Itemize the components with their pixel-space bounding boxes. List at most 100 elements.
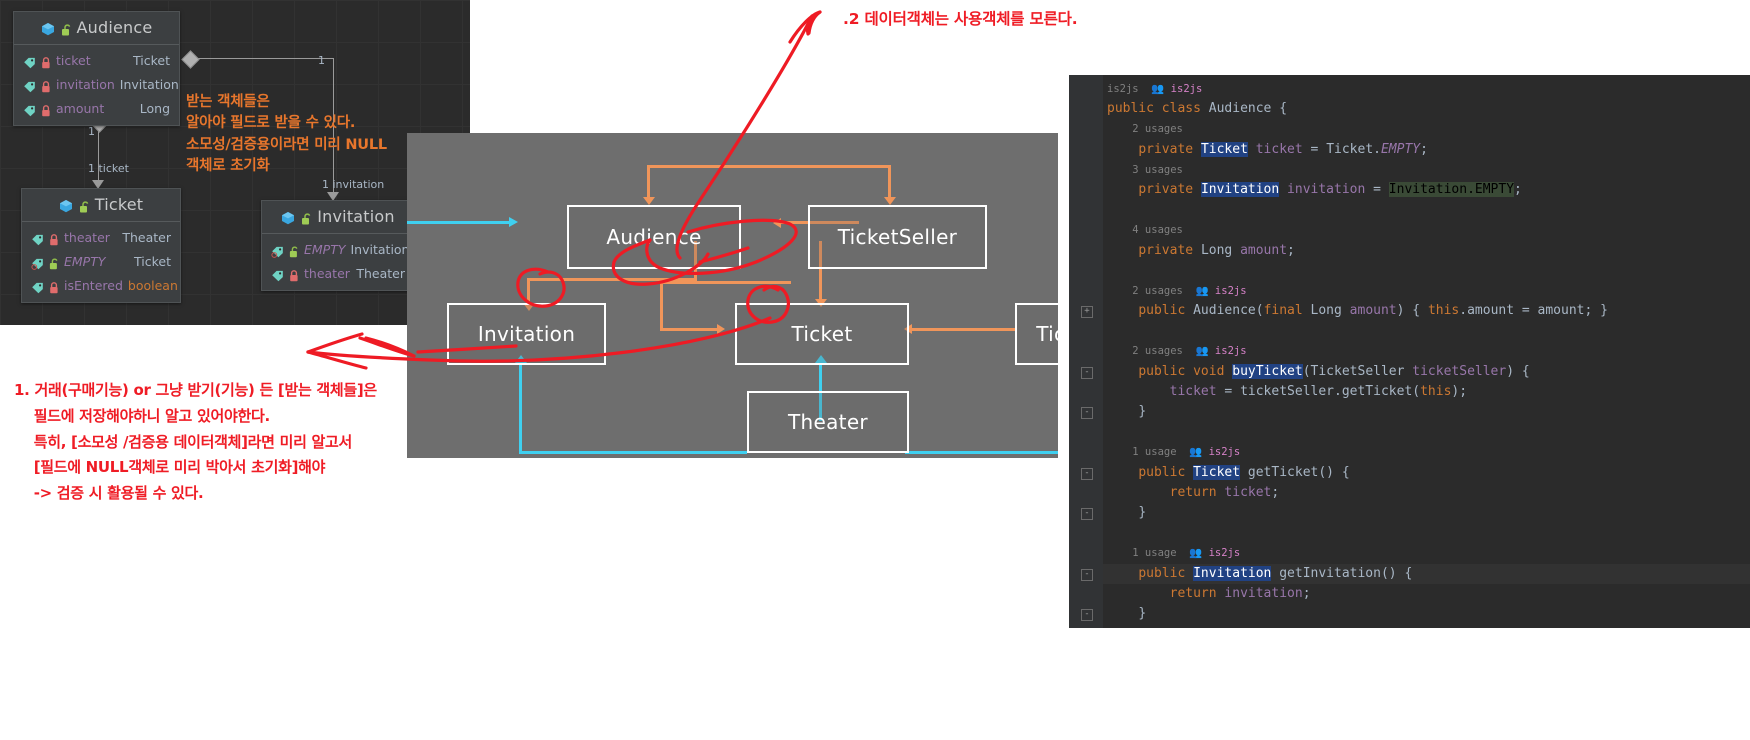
code-line[interactable]: private Ticket ticket = Ticket.EMPTY; [1103, 140, 1750, 160]
code-token: invitation [1224, 585, 1303, 601]
dep-arrow-audience [643, 197, 655, 205]
fold-collapse-icon[interactable]: - [1081, 366, 1093, 379]
red-bottom-annotation: 1. 거래(구매기능) or 그냥 받기(기능) 든 [받는 객체들]은 필드에… [14, 381, 377, 503]
uml-field-row[interactable]: theater Theater [262, 261, 414, 285]
code-line[interactable]: - public Ticket getTicket() { [1081, 463, 1750, 483]
video-diagram-frame[interactable]: Audience TicketSeller Invitation Ticket … [407, 133, 1058, 458]
usage-hint: is2js 👥 is2js [1107, 83, 1203, 95]
code-line[interactable]: + public Audience(final Long amount) { t… [1081, 301, 1750, 321]
public-unlock-icon [61, 22, 71, 35]
uml-field-type: Invitation [350, 241, 410, 257]
field-tag-icon [23, 102, 36, 117]
code-token: buyTicket [1232, 363, 1303, 379]
editor-code-area[interactable]: is2js 👥 is2js public class Audience { 2 u… [1081, 75, 1750, 624]
uml-field-row[interactable]: amount Long [14, 96, 179, 120]
dep-arrow-ticketseller [884, 197, 896, 205]
uml-field-row[interactable]: theater Theater [22, 225, 180, 249]
fold-collapse-icon[interactable]: - [1081, 407, 1093, 419]
code-token: return [1169, 585, 1225, 601]
usage-hint: 1 usage 👥 is2js [1107, 547, 1241, 560]
uml-class-header-ticket: Ticket [22, 189, 180, 222]
code-line[interactable]: private Invitation invitation = Invitati… [1103, 180, 1750, 200]
usage-hint: 2 usages 👥 is2js [1107, 345, 1247, 358]
code-token: = [1373, 181, 1389, 197]
code-line[interactable]: - } [1081, 503, 1750, 523]
code-line[interactable]: - public Invitation getInvitation() { [1081, 563, 1750, 584]
uml-field-row[interactable]: EMPTY Ticket [22, 249, 180, 273]
uml-class-title-ticket: Ticket [94, 195, 144, 214]
field-tag-icon [23, 78, 36, 93]
code-token: .amount = amount; } [1459, 303, 1608, 319]
code-token: TicketSeller [1310, 363, 1413, 379]
fold-collapse-icon[interactable]: - [1081, 467, 1093, 480]
uml-field-name: EMPTY [64, 253, 106, 269]
uml-class-audience[interactable]: Audience ticket Ticket invitation Invita… [13, 11, 180, 126]
author-name: is2js [1214, 284, 1247, 297]
video-diagram-inner: Audience TicketSeller Invitation Ticket … [407, 133, 1058, 458]
code-line[interactable]: ticket = ticketSeller.getTicket(this); [1103, 382, 1750, 402]
dep-line-8 [660, 281, 791, 284]
video-box-audience[interactable]: Audience [567, 205, 741, 269]
author-name: is2js [1170, 83, 1203, 95]
private-lock-icon [289, 267, 299, 282]
code-line[interactable]: public class Audience { [1103, 99, 1750, 119]
dep-arrow-ticket-left [717, 324, 725, 334]
code-token: ; [1420, 141, 1428, 157]
dep-arrow-seller-in [773, 218, 781, 228]
code-line[interactable]: - } [1081, 604, 1750, 624]
private-lock-icon [49, 279, 59, 294]
code-token: this [1420, 383, 1452, 399]
dep-line-10 [660, 328, 720, 331]
code-line[interactable]: return invitation; [1103, 584, 1750, 604]
video-box-ticketseller[interactable]: TicketSeller [808, 205, 987, 269]
code-token: } [1138, 504, 1147, 520]
fold-expand-icon[interactable]: + [1081, 306, 1093, 319]
code-token: Long [1200, 242, 1241, 258]
dep-line-3 [888, 165, 891, 201]
code-line[interactable]: return ticket; [1103, 483, 1750, 503]
uml-label-invitation-mult: 1 [318, 54, 325, 67]
author-people-icon: 👥 [1195, 345, 1215, 358]
code-token: getTicket [1240, 464, 1319, 480]
code-token: = [1310, 141, 1327, 157]
code-token: ) [1506, 363, 1522, 379]
uml-class-invitation[interactable]: Invitation EMPTY Invitation theater Thea… [261, 200, 415, 291]
static-field-tag-icon [271, 243, 284, 258]
private-lock-icon [41, 54, 51, 69]
fold-collapse-icon[interactable]: - [1081, 507, 1093, 520]
uml-field-row[interactable]: ticket Ticket [14, 48, 179, 72]
video-box-ticketoffice[interactable]: TicketOffice [1015, 303, 1058, 365]
code-token: EMPTY [1474, 181, 1515, 197]
code-line[interactable]: - } [1081, 402, 1750, 422]
code-token: public [1107, 101, 1162, 117]
red-top-annotation: .2 데이터객체는 사용객체를 모른다. [843, 10, 1078, 28]
video-box-invitation[interactable]: Invitation [447, 303, 606, 365]
code-line[interactable]: - public void buyTicket(TicketSeller tic… [1081, 362, 1750, 382]
code-line[interactable]: private Long amount; [1103, 241, 1750, 261]
private-lock-icon [41, 102, 51, 117]
uml-field-row[interactable]: invitation Invitation [14, 72, 179, 96]
editor-gutter[interactable] [1069, 75, 1103, 628]
video-box-theater[interactable]: Theater [747, 391, 909, 453]
uml-field-row[interactable]: isEntered boolean [22, 273, 180, 297]
fold-collapse-icon[interactable]: - [1081, 568, 1093, 581]
code-editor-panel[interactable]: is2js 👥 is2js public class Audience { 2 u… [1069, 75, 1750, 628]
code-token: Invitation. [1388, 181, 1475, 197]
fold-collapse-icon[interactable]: - [1081, 608, 1093, 621]
video-box-ticket[interactable]: Ticket [735, 303, 909, 365]
code-token: return [1169, 484, 1225, 500]
uml-fields-ticket: theater Theater EMPTY Ticket isEntered b… [22, 222, 180, 302]
usage-hint: 4 usages [1107, 224, 1183, 237]
uml-class-ticket[interactable]: Ticket theater Theater EMPTY Ticket isEn… [21, 188, 181, 303]
field-tag-icon [23, 54, 36, 69]
uml-field-row[interactable]: EMPTY Invitation [262, 237, 414, 261]
